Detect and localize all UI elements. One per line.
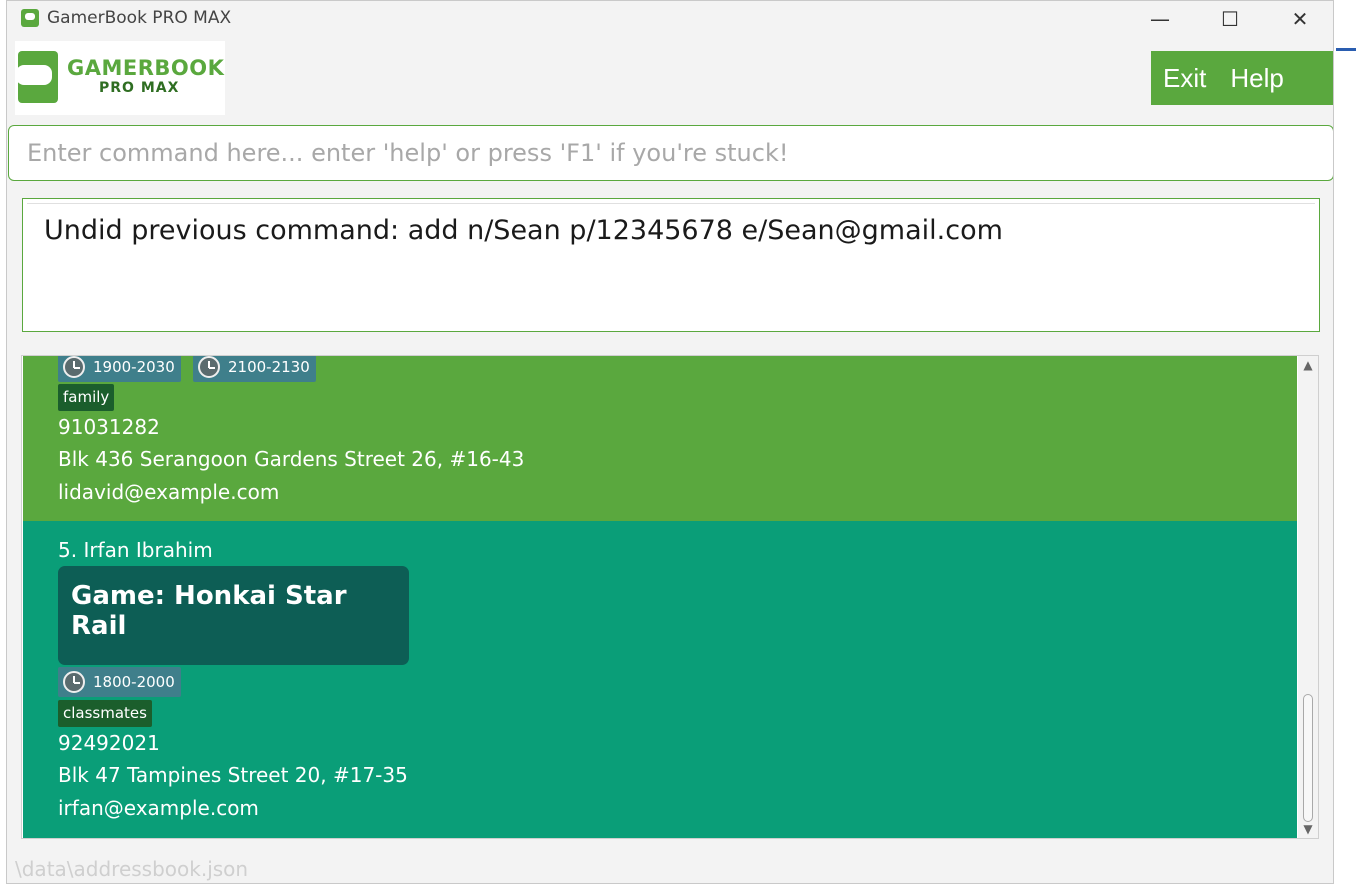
person-email: irfan@example.com — [58, 796, 259, 820]
window-title: GamerBook PRO MAX — [47, 8, 232, 28]
background-window-edge — [1336, 20, 1356, 50]
person-address: Blk 47 Tampines Street 20, #17-35 — [58, 763, 408, 787]
tag-chip: classmates — [58, 700, 152, 727]
clock-icon — [63, 356, 85, 378]
status-file-path: \data\addressbook.json — [15, 857, 249, 881]
gamepad-book-icon — [16, 51, 58, 103]
app-icon — [21, 9, 39, 27]
logo-subtitle: PRO MAX — [99, 80, 180, 96]
help-menu[interactable]: Help — [1218, 63, 1295, 94]
scroll-down-arrow-icon[interactable]: ▼ — [1298, 820, 1318, 838]
timeslot-chip: 2100-2130 — [193, 356, 316, 382]
timeslot-chip: 1800-2000 — [58, 667, 181, 697]
command-input[interactable] — [8, 125, 1333, 181]
game-title: Game: Honkai Star Rail — [71, 581, 347, 641]
close-button[interactable]: ✕ — [1265, 1, 1333, 37]
logo-title: GAMERBOOK — [67, 56, 225, 80]
scroll-up-arrow-icon[interactable]: ▲ — [1298, 356, 1318, 374]
tag-chip: family — [58, 384, 115, 411]
person-name: 5. Irfan Ibrahim — [58, 538, 213, 562]
minimize-button[interactable]: — — [1125, 1, 1195, 37]
person-phone: 92492021 — [58, 731, 160, 755]
timeslot-label: 1900-2030 — [93, 358, 175, 376]
maximize-button[interactable]: ☐ — [1195, 1, 1265, 37]
timeslot-chip: 1900-2030 — [58, 356, 181, 382]
gamepad-icon — [16, 65, 52, 85]
background-window-accent — [1336, 48, 1356, 51]
timeslot-label: 1800-2000 — [93, 673, 175, 691]
list-scrollbar[interactable]: ▲ ▼ — [1298, 356, 1318, 838]
person-list[interactable]: 1900-2030 2100-2130 family 91031282 Blk … — [21, 355, 1319, 839]
person-card[interactable]: 1900-2030 2100-2130 family 91031282 Blk … — [23, 356, 1297, 521]
person-card[interactable]: 5. Irfan Ibrahim Game: Honkai Star Rail … — [23, 521, 1297, 838]
timeslot-label: 2100-2130 — [228, 358, 310, 376]
title-bar: GamerBook PRO MAX — ☐ ✕ — [7, 1, 1333, 37]
exit-menu[interactable]: Exit — [1151, 63, 1218, 94]
menu-bar: Exit Help — [1151, 51, 1333, 105]
app-logo: GAMERBOOK PRO MAX — [15, 41, 225, 115]
result-message: Undid previous command: add n/Sean p/123… — [44, 215, 1003, 246]
person-phone: 91031282 — [58, 415, 160, 439]
game-card: Game: Honkai Star Rail — [58, 566, 409, 665]
result-display[interactable]: Undid previous command: add n/Sean p/123… — [22, 198, 1320, 332]
clock-icon — [63, 671, 85, 693]
result-inner-border — [27, 203, 1315, 210]
app-window: GamerBook PRO MAX — ☐ ✕ GAMERBOOK PRO MA… — [6, 0, 1334, 884]
person-email: lidavid@example.com — [58, 480, 280, 504]
clock-icon — [198, 356, 220, 378]
scroll-thumb[interactable] — [1303, 694, 1313, 822]
person-address: Blk 436 Serangoon Gardens Street 26, #16… — [58, 447, 525, 471]
